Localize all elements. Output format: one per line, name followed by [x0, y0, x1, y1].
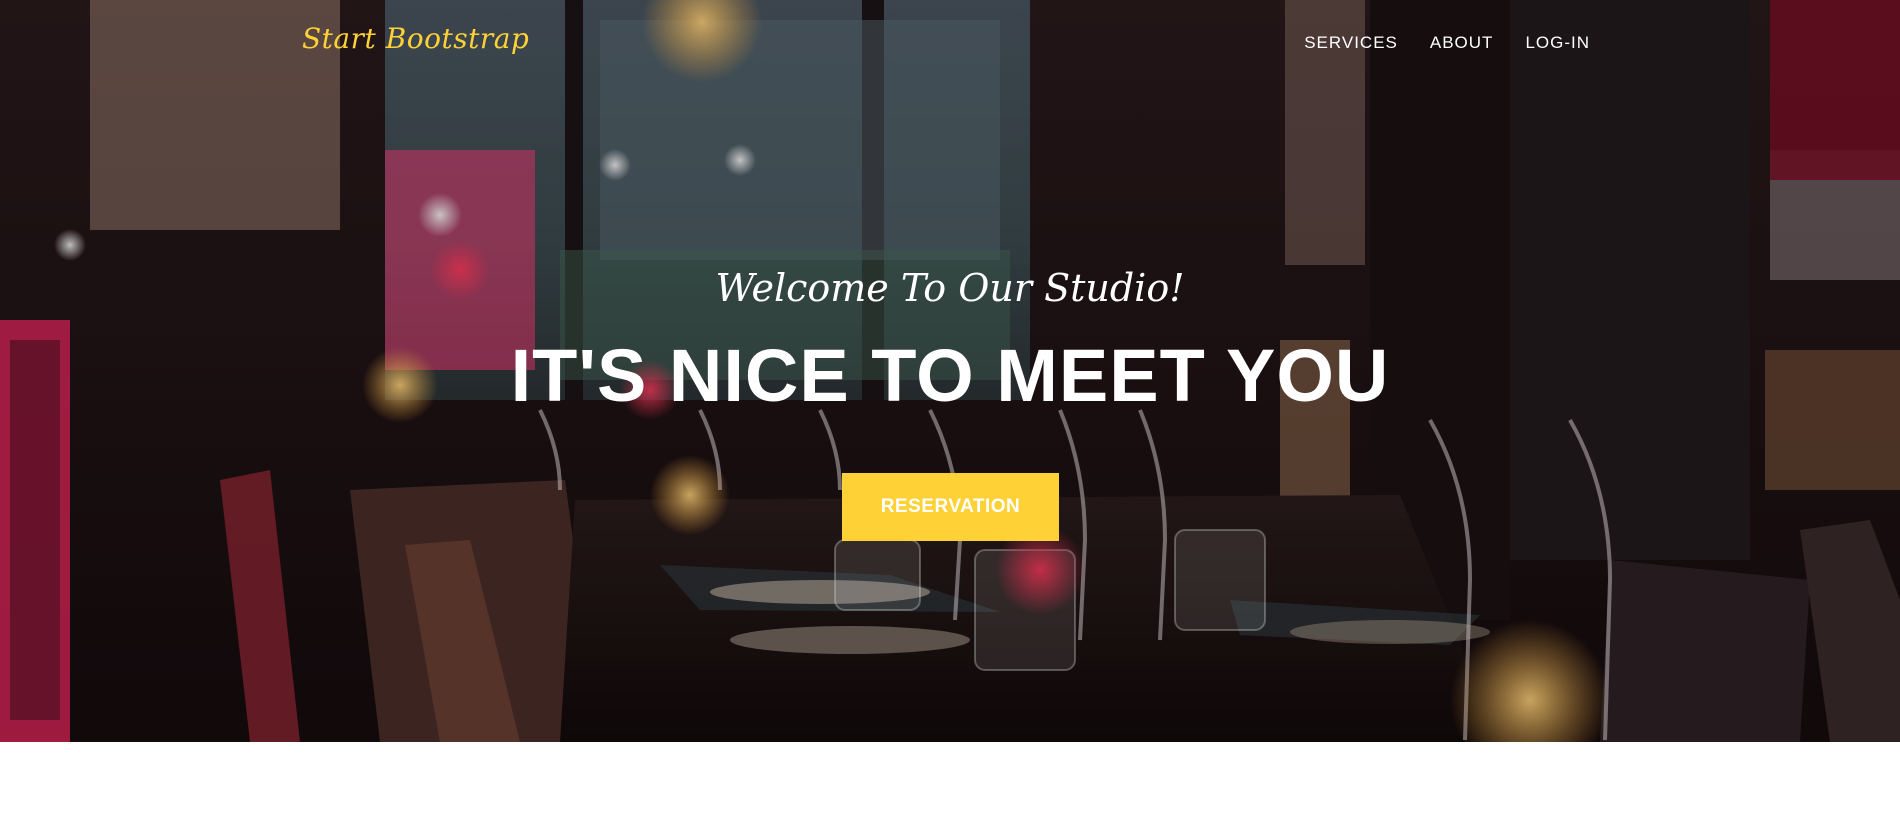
- nav-menu: SERVICES ABOUT LOG-IN: [1304, 33, 1590, 53]
- hero-heading: IT'S NICE TO MEET YOU: [510, 334, 1390, 417]
- nav-link-about[interactable]: ABOUT: [1430, 33, 1494, 53]
- hero-subheading: Welcome To Our Studio!: [715, 266, 1185, 310]
- nav-link-log-in[interactable]: LOG-IN: [1525, 33, 1590, 53]
- hero-masthead: Start Bootstrap SERVICES ABOUT LOG-IN We…: [0, 0, 1900, 742]
- main-navbar: Start Bootstrap SERVICES ABOUT LOG-IN: [0, 0, 1900, 86]
- reservation-button[interactable]: RESERVATION: [842, 473, 1059, 541]
- page-content-area: [0, 742, 1900, 830]
- brand-logo-link[interactable]: Start Bootstrap: [302, 22, 529, 55]
- nav-link-services[interactable]: SERVICES: [1304, 33, 1398, 53]
